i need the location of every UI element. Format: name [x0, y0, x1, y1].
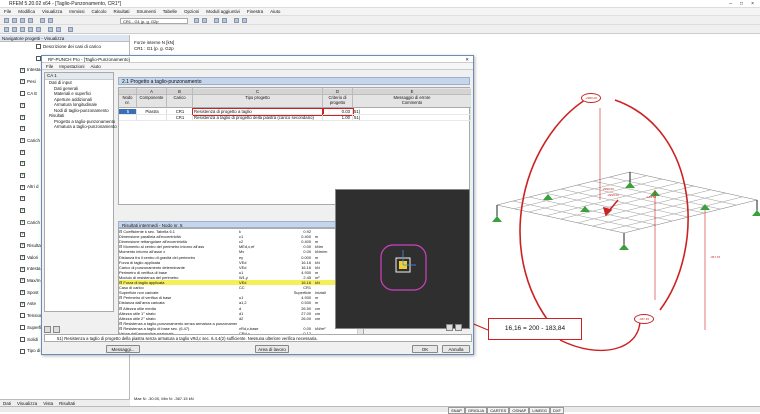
col-design-type: C Tipo progetto [193, 88, 323, 108]
row-value: 1.00 [323, 115, 353, 121]
workspace-button[interactable]: Area di lavoro [255, 345, 289, 353]
status-dxf[interactable]: DXF [550, 407, 564, 414]
preview-buttons [446, 324, 462, 331]
punching-preview[interactable] [335, 189, 470, 329]
status-lineeg[interactable]: LINEEG [529, 407, 550, 414]
dialog-tree-items: Dati di input Dati generali Materiali e su… [45, 80, 117, 130]
force-value-b: -2990.00 [607, 193, 619, 197]
preview-view-icon[interactable] [446, 324, 453, 331]
row-type: Resistenza a taglio di progetto della pi… [193, 115, 323, 121]
dialog-menu-file[interactable]: File [46, 63, 53, 69]
tree-item[interactable]: Armatura a taglio-punzonamento [45, 124, 117, 130]
intermediate-table: ⊟ Coefficiente k sec. Tabella 6.1 k 0.92 D… [118, 228, 364, 338]
point-load [602, 199, 619, 217]
ok-button[interactable]: OK [412, 345, 438, 353]
preview-svg [380, 244, 427, 291]
col-load: B Carico [167, 88, 193, 108]
dialog-menu: File Impostazioni Aiuto [42, 63, 473, 70]
help-icon[interactable] [44, 326, 51, 333]
row-component [137, 115, 167, 121]
table-row[interactable]: CR1 Resistenza a taglio di progetto dell… [119, 115, 471, 121]
force-value-a: -2990.00 [602, 187, 614, 191]
dialog-tree-header[interactable]: CA 1 [45, 73, 113, 80]
dialog-menu-help[interactable]: Aiuto [91, 63, 101, 69]
dialog-close-icon[interactable]: ✕ [465, 56, 469, 63]
force-value-d: -367.15 [710, 255, 721, 259]
status-osnap[interactable]: OSNAP [509, 407, 530, 414]
preview-print-icon[interactable] [455, 324, 462, 331]
rf-punch-dialog: RF-PUNCH Pro - [Taglio-Punzonamento] ✕ F… [41, 55, 474, 355]
design-table: Nodo nr. A Componente B Carico C Tipo proge… [118, 87, 471, 205]
slab-grid [496, 171, 758, 234]
callout-curve [519, 97, 589, 336]
col-component: A Componente [137, 88, 167, 108]
message-line: 51) Resistenza a taglio di progetto dell… [44, 334, 472, 342]
intermediate-header: Risultati intermedi - Nodo nr. 5 [118, 221, 364, 228]
section-title: 2.1 Progetto a taglio-punzonamento [118, 77, 470, 85]
status-grid[interactable]: GRIGLIA [464, 407, 488, 414]
dialog-tree: CA 1 Dati di input Dati generali Materiali… [44, 72, 117, 312]
col-node: Nodo nr. [119, 88, 137, 108]
dialog-title-bar: RF-PUNCH Pro - [Taglio-Punzonamento] ✕ [42, 56, 473, 63]
row-load: CR1 [167, 115, 193, 121]
status-cartes[interactable]: CARTES [487, 407, 510, 414]
row-node [119, 115, 137, 121]
col-error: E Messaggio di errore Commento [353, 88, 471, 108]
row-note: 51) [353, 115, 471, 121]
dialog-menu-settings[interactable]: Impostazioni [59, 63, 84, 69]
supports [492, 182, 760, 250]
callout-box: 16,16 = 200 - 183,84 [488, 318, 582, 340]
columns [496, 172, 758, 248]
messages-button[interactable]: Messaggi... [106, 345, 140, 353]
node-label-bottom: -367.15 [634, 314, 654, 324]
status-snap[interactable]: SNAP [448, 407, 465, 414]
dialog-title: RF-PUNCH Pro - [Taglio-Punzonamento] [48, 57, 130, 62]
node-label-top: -2990.00 [581, 93, 601, 103]
dialog-bottom-icons [44, 326, 60, 333]
col-criterion: D Criterio di progetto [323, 88, 353, 108]
cancel-button[interactable]: Annulla [442, 345, 470, 353]
force-value-c: -183.84 [646, 195, 657, 199]
details-icon[interactable] [53, 326, 60, 333]
status-bar: SNAP GRIGLIA CARTES OSNAP LINEEG DXF [0, 406, 760, 414]
